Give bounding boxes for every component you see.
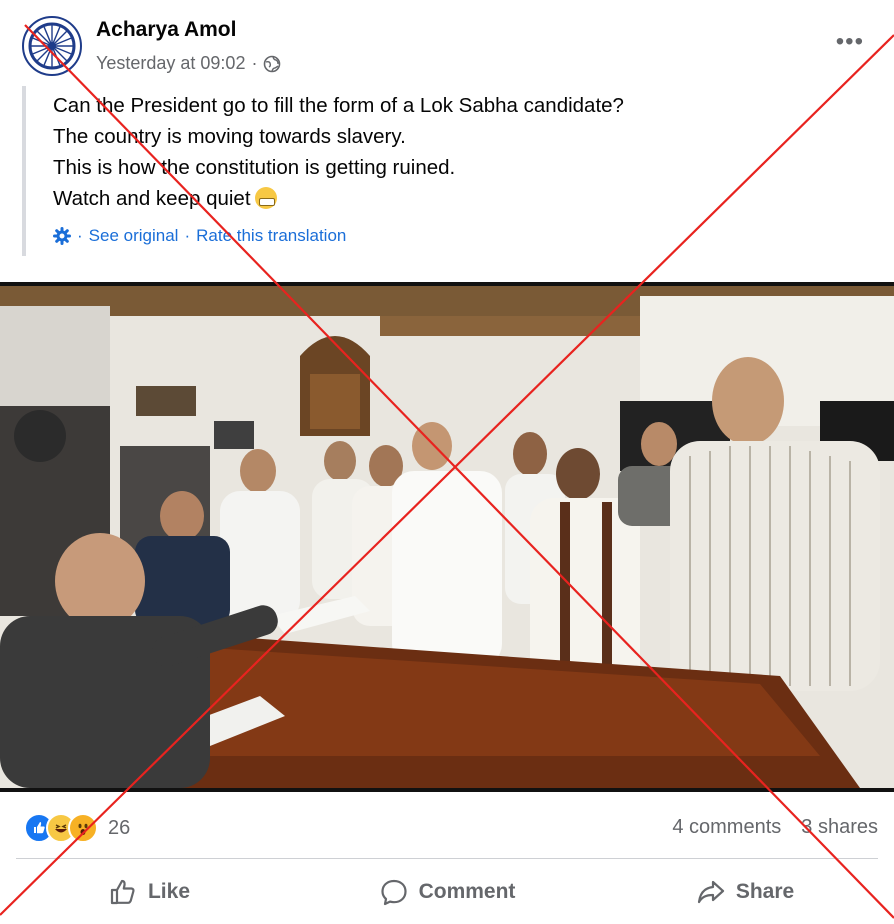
reaction-count: 26 [108, 816, 131, 839]
ashoka-chakra-icon [28, 22, 76, 70]
post-text-line: The country is moving towards slavery. [53, 125, 406, 148]
meta-separator: · [251, 53, 258, 73]
shares-count-link[interactable]: 3 shares [801, 816, 878, 839]
divider [16, 858, 878, 859]
wow-icon [68, 813, 98, 843]
photo-illustration [0, 286, 894, 788]
post-meta: Yesterday at 09:02 · [96, 53, 281, 74]
like-button[interactable]: Like [0, 866, 298, 918]
engagement-stats: 4 comments 3 shares [672, 816, 878, 839]
post-timestamp[interactable]: Yesterday at 09:02 [96, 53, 245, 74]
share-arrow-icon [697, 880, 724, 904]
more-options-icon[interactable]: ••• [836, 28, 864, 56]
avatar[interactable] [22, 16, 82, 76]
grimacing-emoji-icon [254, 187, 277, 209]
translation-separator: · [77, 226, 83, 245]
rate-translation-link[interactable]: Rate this translation [196, 226, 346, 246]
share-button[interactable]: Share [596, 866, 894, 918]
post-photo[interactable] [0, 282, 894, 792]
post-text-line: Can the President go to fill the form of… [53, 94, 624, 117]
comment-label: Comment [418, 880, 516, 903]
post-text: Can the President go to fill the form of… [53, 90, 624, 214]
author-name[interactable]: Acharya Amol [96, 18, 236, 42]
globe-icon [264, 55, 281, 72]
comment-button[interactable]: Comment [298, 866, 596, 918]
action-bar: Like Comment Share [0, 866, 894, 918]
post-text-line: This is how the constitution is getting … [53, 156, 456, 179]
see-original-link[interactable]: See original [89, 226, 179, 246]
gear-icon [53, 227, 71, 245]
reactions-summary[interactable]: 26 [24, 813, 130, 843]
translation-bar: · See original · Rate this translation [53, 226, 346, 246]
post-text-line: Watch and keep quiet [53, 187, 251, 210]
translation-separator: · [184, 226, 191, 245]
comment-bubble-icon [380, 879, 407, 906]
facebook-post: Acharya Amol Yesterday at 09:02 · ••• Ca… [0, 0, 894, 924]
like-label: Like [147, 880, 191, 903]
share-label: Share [735, 880, 795, 903]
quote-bar [22, 86, 26, 256]
thumbs-up-icon [110, 879, 135, 905]
comments-count-link[interactable]: 4 comments [672, 816, 781, 839]
